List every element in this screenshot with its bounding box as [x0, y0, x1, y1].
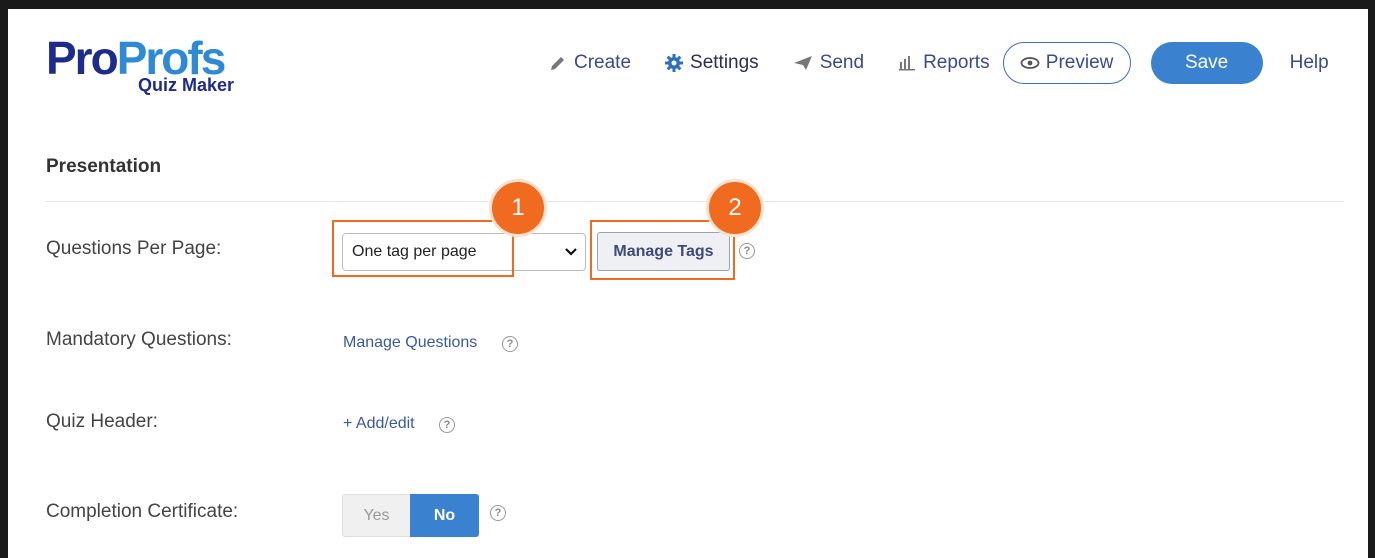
highlight-box-1	[332, 220, 514, 277]
add-edit-header-link[interactable]: + Add/edit	[343, 415, 415, 433]
help-circle-icon[interactable]: ?	[739, 243, 755, 259]
help-circle-icon[interactable]: ?	[490, 505, 506, 521]
step-badge-2: 2	[706, 179, 764, 237]
logo-pro: Pro	[46, 32, 119, 84]
toggle-yes-button[interactable]: Yes	[342, 494, 410, 537]
nav-reports[interactable]: Reports	[897, 52, 990, 74]
bar-chart-icon	[897, 53, 917, 73]
chevron-down-icon	[563, 244, 579, 265]
completion-certificate-label: Completion Certificate:	[46, 501, 239, 522]
section-title: Presentation	[46, 156, 162, 177]
proprofs-logo[interactable]: ProProfs Quiz Maker	[46, 35, 266, 107]
preview-label: Preview	[1045, 52, 1114, 73]
help-circle-icon[interactable]: ?	[439, 417, 455, 433]
nav-settings[interactable]: Settings	[664, 52, 759, 74]
quiz-header-label: Quiz Header:	[46, 411, 158, 432]
nav-send[interactable]: Send	[792, 52, 864, 74]
pencil-icon	[548, 53, 568, 73]
gear-icon	[664, 53, 684, 73]
highlight-box-2	[590, 220, 735, 280]
app-window: ProProfs Quiz Maker Create Settings Send…	[8, 9, 1368, 558]
nav-send-label: Send	[819, 52, 865, 73]
help-link[interactable]: Help	[1290, 52, 1329, 74]
mandatory-questions-label: Mandatory Questions:	[46, 329, 232, 350]
preview-button[interactable]: Preview	[1002, 42, 1131, 84]
top-nav: Create Settings Send Reports Preview Sav…	[548, 42, 1329, 84]
nav-create[interactable]: Create	[548, 52, 631, 74]
step-badge-1: 1	[489, 179, 547, 237]
paper-plane-icon	[792, 53, 814, 73]
section-divider	[46, 201, 1344, 202]
toggle-no-button[interactable]: No	[410, 494, 479, 537]
logo-subtitle: Quiz Maker	[138, 75, 235, 95]
help-circle-icon[interactable]: ?	[502, 336, 518, 352]
completion-certificate-toggle: Yes No	[342, 494, 479, 537]
nav-create-label: Create	[574, 52, 632, 73]
questions-per-page-label: Questions Per Page:	[46, 238, 222, 259]
nav-reports-label: Reports	[923, 52, 990, 73]
nav-settings-label: Settings	[690, 52, 759, 73]
save-button[interactable]: Save	[1150, 42, 1263, 84]
eye-icon	[1020, 56, 1040, 70]
manage-questions-link[interactable]: Manage Questions	[343, 334, 477, 352]
